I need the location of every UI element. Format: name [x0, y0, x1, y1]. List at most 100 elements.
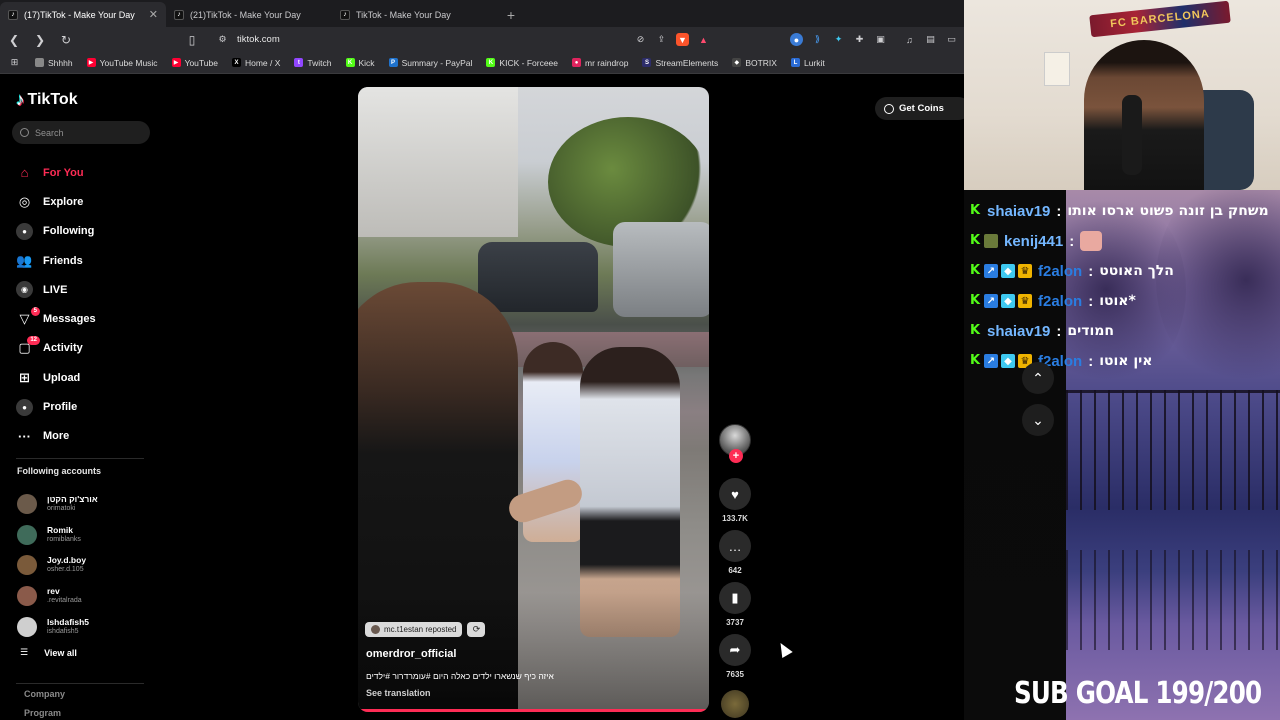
kick-badge-icon: K: [970, 293, 981, 308]
bookmarks-bar: ⊞ Shhhh ▶ YouTube Music ▶ YouTube X Home / X tT…: [0, 52, 964, 74]
compass-icon-glyph: ◎: [18, 193, 31, 209]
brave-shield-icon[interactable]: ▼: [676, 33, 689, 46]
following-account-item[interactable]: Romik romiblanks: [17, 520, 98, 551]
close-tab-icon[interactable]: ✕: [149, 8, 158, 21]
follow-plus-icon[interactable]: +: [729, 449, 743, 463]
user-badge-icon: ↗: [984, 354, 998, 368]
footer-link-company[interactable]: Company: [24, 689, 65, 699]
music-disc-icon[interactable]: [721, 690, 749, 718]
url-field[interactable]: ⚙ tiktok.com ⊘ ⇪ ▼ ▲: [210, 30, 710, 49]
chat-username[interactable]: f2alon: [1038, 263, 1082, 280]
search-input[interactable]: [35, 127, 135, 138]
video-progress-bar[interactable]: [358, 709, 709, 712]
sidebar-item-profile[interactable]: ● Profile: [16, 392, 96, 421]
chat-username[interactable]: f2alon: [1038, 293, 1082, 310]
reload-icon[interactable]: ↻: [58, 32, 74, 48]
account-text: אורצ'וק הקטן orimatoki: [47, 494, 98, 514]
sidebar-item-explore[interactable]: ◎ Explore: [16, 187, 96, 216]
chat-text: אוטו*: [1099, 293, 1136, 309]
account-name: אורצ'וק הקטן: [47, 494, 98, 505]
extension-icon[interactable]: ✦: [832, 33, 845, 46]
apps-grid-icon[interactable]: ⊞: [8, 56, 21, 69]
sidebar-item-label: Friends: [43, 254, 83, 267]
next-video-button[interactable]: ⌄: [1022, 404, 1054, 436]
video-player[interactable]: mc.t1estan reposted ⟳ omerdror_official …: [358, 87, 709, 712]
extension-icon[interactable]: ●: [790, 33, 803, 46]
save-button[interactable]: ▮: [719, 582, 751, 614]
wall-poster: [1044, 52, 1070, 86]
sidebar-item-live[interactable]: ◉ LIVE: [16, 275, 96, 304]
sidebar-item-for-you[interactable]: ⌂ For You: [16, 158, 96, 187]
bookmark-youtube-music[interactable]: ▶ YouTube Music: [86, 58, 158, 68]
forward-icon[interactable]: ❯: [32, 32, 48, 48]
following-account-item[interactable]: Ishdafish5 ishdafish5: [17, 611, 98, 642]
following-account-item[interactable]: rev .revitalrada: [17, 581, 98, 612]
bookmark-mr-raindrop[interactable]: ● mr raindrop: [572, 58, 628, 68]
chat-username[interactable]: shaiav19: [987, 323, 1050, 340]
url-text[interactable]: tiktok.com: [237, 34, 626, 45]
sidebar-item-following[interactable]: ● Following: [16, 217, 96, 246]
share-icon[interactable]: ⇪: [655, 33, 668, 46]
user-badge-icon: ♛: [1018, 294, 1032, 308]
activity-icon: ▢ 12: [16, 335, 40, 357]
sidebar-icon[interactable]: ▤: [924, 33, 937, 46]
like-button[interactable]: ♥: [719, 478, 751, 510]
wallet-icon[interactable]: ▭: [945, 33, 958, 46]
site-info-icon[interactable]: ⚙: [216, 33, 229, 46]
tab-tiktok-2[interactable]: ♪ (21)TikTok - Make Your Day: [166, 2, 332, 27]
get-coins-button[interactable]: Get Coins: [875, 97, 964, 120]
chat-username[interactable]: shaiav19: [987, 203, 1050, 220]
new-tab-button[interactable]: +: [498, 2, 524, 27]
comment-count: 642: [728, 566, 742, 575]
share-button[interactable]: ➦: [719, 634, 751, 666]
tiktok-logo-icon: ♪: [16, 90, 25, 109]
tiktok-logo[interactable]: ♪ TikTok: [16, 90, 78, 110]
bookmark-streamelements[interactable]: S StreamElements: [642, 58, 718, 68]
tab-tiktok-3[interactable]: ♪ TikTok - Make Your Day: [332, 2, 498, 27]
wallet-icon[interactable]: ▣: [874, 33, 887, 46]
bookmark-icon[interactable]: ▯: [184, 32, 200, 48]
sidebar-item-activity[interactable]: ▢ 12 Activity: [16, 334, 96, 363]
puzzle-icon[interactable]: ✚: [853, 33, 866, 46]
bookmark-youtube[interactable]: ▶ YouTube: [171, 58, 218, 68]
following-account-item[interactable]: אורצ'וק הקטן orimatoki: [17, 489, 98, 520]
bookmark-summary-paypal[interactable]: P Summary - PayPal: [388, 58, 472, 68]
comment-button[interactable]: …: [719, 530, 751, 562]
translate-icon[interactable]: ⊘: [634, 33, 647, 46]
tab-tiktok-1[interactable]: ♪ (17)TikTok - Make Your Day ✕: [0, 2, 166, 27]
video-author[interactable]: omerdror_official: [366, 648, 456, 660]
bookmark-label: mr raindrop: [585, 57, 629, 68]
sidebar-item-friends[interactable]: 👥 Friends: [16, 246, 96, 275]
chat-separator: :: [1088, 352, 1094, 370]
chat-separator: :: [1056, 202, 1062, 220]
repost-icon[interactable]: ⟳: [467, 622, 486, 637]
view-all-button[interactable]: ☰ View all: [20, 647, 77, 658]
bookmark-lurkit[interactable]: L Lurkit: [790, 58, 825, 68]
sidebar: ♪ TikTok ⌂ For You ◎ Explore ● Following 👥 Frie…: [0, 75, 160, 720]
creator-avatar[interactable]: +: [719, 424, 751, 463]
extension-icon[interactable]: ⟫: [811, 33, 824, 46]
music-icon[interactable]: ♫: [903, 33, 916, 46]
sidebar-item-more[interactable]: ··· More: [16, 422, 96, 451]
bookmark-kick[interactable]: K Kick: [345, 58, 375, 68]
bookmark-twitch[interactable]: t Twitch: [294, 58, 332, 68]
bookmark-botrix[interactable]: ◆ BOTRIX: [732, 58, 777, 68]
bookmark-shhhh[interactable]: Shhhh: [35, 58, 73, 68]
repost-badge[interactable]: mc.t1estan reposted: [365, 622, 463, 637]
address-bar-row: ❮ ❯ ↻ ▯ ⚙ tiktok.com ⊘ ⇪ ▼ ▲ ● ⟫ ✦ ✚ ▣ ♫…: [0, 27, 964, 52]
footer-link-program[interactable]: Program: [24, 708, 61, 718]
see-translation-link[interactable]: See translation: [366, 688, 431, 698]
sidebar-item-upload[interactable]: ⊞ Upload: [16, 363, 96, 392]
scene-fence: [1066, 390, 1280, 510]
following-account-item[interactable]: Joy.d.boy osher.d.105: [17, 550, 98, 581]
account-name: Romik: [47, 524, 73, 535]
sidebar-item-messages[interactable]: ▽ 5 Messages: [16, 304, 96, 333]
tiktok-favicon-icon: ♪: [340, 9, 350, 20]
bookmark-kick-forceee[interactable]: K KICK - Forceee: [486, 58, 558, 68]
search-box[interactable]: [12, 121, 150, 144]
brave-rewards-icon[interactable]: ▲: [697, 33, 710, 46]
bookmark-home-x[interactable]: X Home / X: [231, 58, 280, 68]
back-icon[interactable]: ❮: [6, 32, 22, 48]
chat-username[interactable]: kenij441: [1004, 233, 1063, 250]
previous-video-button[interactable]: ⌃: [1022, 362, 1054, 394]
